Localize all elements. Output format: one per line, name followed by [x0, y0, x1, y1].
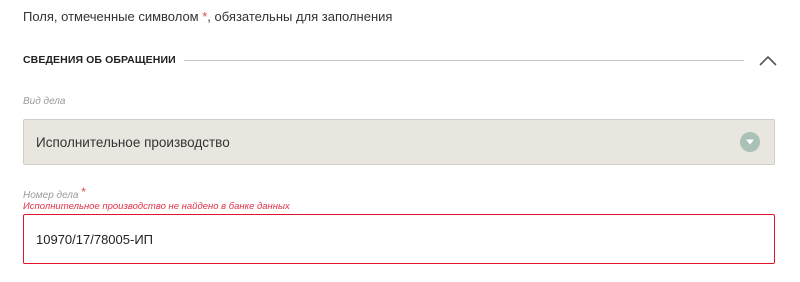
required-fields-note: Поля, отмеченные символом *, обязательны… [23, 9, 392, 24]
dropdown-toggle[interactable] [740, 132, 760, 152]
case-type-label-text: Вид дела [23, 96, 66, 107]
chevron-down-icon [746, 139, 754, 145]
section-collapse-button[interactable] [758, 53, 778, 67]
case-number-error-message: Исполнительное производство не найдено в… [23, 201, 290, 212]
case-type-selected-value: Исполнительное производство [36, 134, 230, 150]
case-type-select[interactable]: Исполнительное производство [23, 119, 775, 165]
case-number-input[interactable] [23, 214, 775, 264]
required-note-text: Поля, отмеченные символом [23, 9, 203, 24]
required-note-text-end: , обязательны для заполнения [207, 9, 393, 24]
section-divider [183, 59, 744, 61]
case-form: Поля, отмеченные символом * , обязательны… [0, 0, 800, 282]
required-star: * [81, 185, 86, 199]
section-header: СВЕДЕНИЯ ОБ ОБРАЩЕНИИ [23, 52, 778, 68]
case-number-label: Номер дела * [23, 185, 86, 201]
case-type-label: Вид дела [23, 96, 66, 107]
chevron-up-icon [759, 55, 777, 65]
section-title: СВЕДЕНИЯ ОБ ОБРАЩЕНИИ [23, 54, 176, 66]
case-number-label-text: Номер дела [23, 190, 79, 201]
